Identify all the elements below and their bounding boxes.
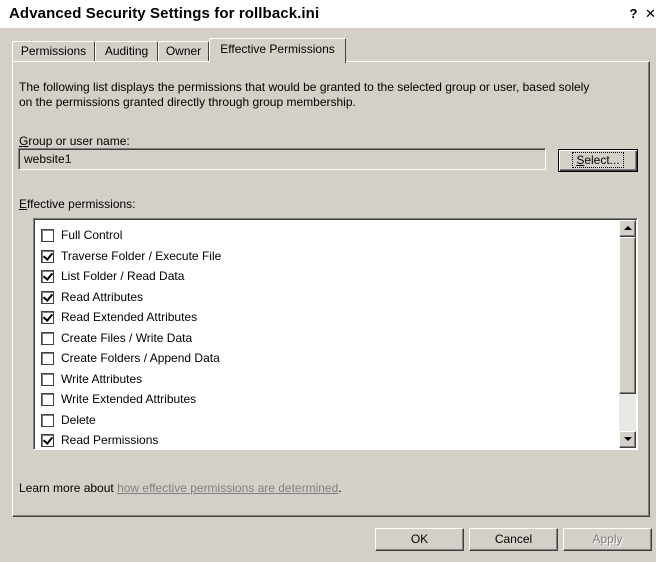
- tab-effective-permissions[interactable]: Effective Permissions: [209, 38, 346, 63]
- tab-panel: [12, 61, 650, 517]
- window-title: Advanced Security Settings for rollback.…: [9, 5, 320, 22]
- tab-label: Auditing: [104, 44, 149, 58]
- button-label: Apply: [592, 532, 623, 546]
- button-label: Cancel: [494, 532, 533, 546]
- cancel-button[interactable]: Cancel: [469, 528, 558, 551]
- apply-button[interactable]: Apply: [563, 528, 652, 551]
- button-label: OK: [410, 532, 429, 546]
- tab-permissions[interactable]: Permissions: [12, 41, 95, 61]
- tab-auditing[interactable]: Auditing: [95, 41, 158, 61]
- close-button[interactable]: ✕: [643, 6, 656, 21]
- tab-label: Owner: [165, 44, 202, 58]
- title-bar: Advanced Security Settings for rollback.…: [0, 0, 656, 28]
- tab-owner[interactable]: Owner: [158, 41, 209, 61]
- ok-button[interactable]: OK: [375, 528, 464, 551]
- tab-label: Permissions: [20, 44, 87, 58]
- help-button[interactable]: ?: [626, 6, 641, 21]
- tab-label: Effective Permissions: [220, 42, 335, 56]
